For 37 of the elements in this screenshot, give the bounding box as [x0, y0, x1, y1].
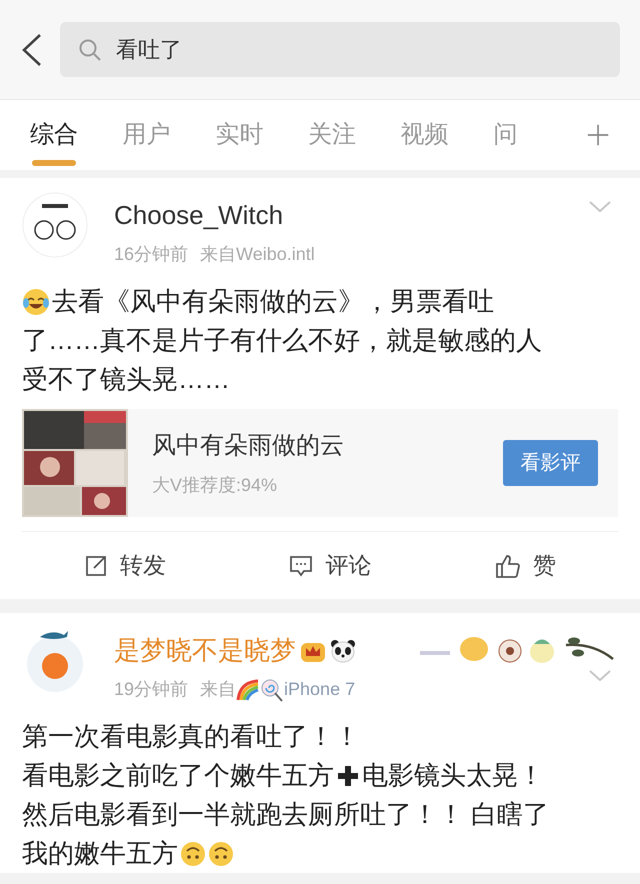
comment-icon [289, 554, 314, 578]
upside-down-face-icon [208, 840, 234, 866]
post-action-button[interactable]: 赞 [495, 548, 556, 583]
post-text: 了……真不是片子有什么不好，就是敏感的人 [22, 324, 542, 357]
share-icon [84, 554, 108, 578]
thumbs-up-icon [495, 552, 522, 578]
search-icon [78, 38, 102, 62]
post-text: 受不了镜头晃…… [22, 363, 230, 396]
movie-title: 风中有朵雨做的云 [152, 430, 345, 460]
movie-card[interactable]: 风中有朵雨做的云 大V推荐度:94% 看影评 [22, 409, 618, 517]
laughing-emoji-icon [22, 288, 50, 316]
upside-down-face-icon [180, 840, 206, 866]
user-name[interactable]: Choose_Witch [114, 196, 284, 235]
plus-icon [336, 764, 360, 788]
post-text: 第一次看电影真的看吐了！！ [22, 720, 360, 753]
post-time: 16分钟前 [114, 243, 188, 266]
source-name: iPhone 7 [284, 678, 356, 701]
source-name: Weibo.intl [236, 243, 315, 266]
search-field[interactable]: 看吐了 [60, 22, 620, 77]
post-time: 19分钟前 [114, 678, 188, 701]
post-text: 去看《风中有朵雨做的云》，男票看吐 [52, 285, 494, 318]
source-label: 来自 [200, 678, 236, 701]
avatar-icon [22, 192, 88, 258]
tab[interactable]: 综合 [30, 100, 123, 170]
post-text: 看电影之前吃了个嫩牛五方 [22, 759, 334, 792]
post-action-button[interactable]: 转发 [84, 548, 166, 583]
rainbow-icon [236, 678, 260, 700]
post-action-button[interactable]: 评论 [289, 548, 372, 583]
add-icon[interactable] [586, 122, 610, 148]
post-text: 电影镜头太晃！ [362, 759, 544, 792]
post-text: 我的嫩牛五方 [22, 837, 178, 870]
search-value: 看吐了 [116, 36, 182, 64]
lollipop-icon [260, 678, 284, 702]
panda-icon [330, 638, 356, 662]
recommendation-rate: 大V推荐度:94% [152, 474, 278, 496]
post-text: 然后电影看到一半就跑去厕所吐了！！ 白瞎了 [22, 798, 550, 831]
source-label: 来自 [200, 243, 236, 266]
